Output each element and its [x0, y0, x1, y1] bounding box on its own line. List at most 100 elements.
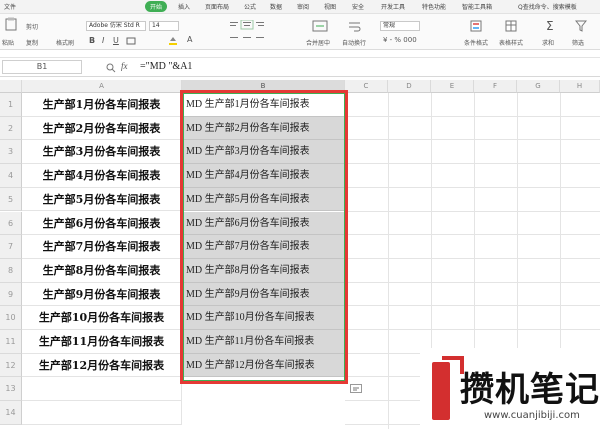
tab-home[interactable]: 开始 — [145, 1, 168, 12]
column-header-h[interactable]: H — [560, 80, 600, 93]
tab-view[interactable]: 视图 — [324, 2, 336, 11]
sum-button[interactable]: 求和 — [542, 38, 554, 47]
select-all-corner[interactable] — [0, 80, 22, 93]
formula-input[interactable]: ="MD "&A1 — [140, 61, 192, 72]
tab-page-layout[interactable]: 页面布局 — [205, 2, 229, 11]
cell-a[interactable]: 生产部12月份各车间报表 — [22, 353, 182, 378]
filter-icon[interactable] — [575, 20, 587, 32]
cell-b[interactable]: MD 生产部5月份各车间报表 — [182, 187, 345, 212]
cell-b[interactable]: MD 生产部7月份各车间报表 — [182, 235, 345, 259]
cell-a[interactable]: 生产部10月份各车间报表 — [22, 306, 182, 330]
currency-icon[interactable]: ¥ - % 000 — [383, 36, 417, 44]
cell-a[interactable]: 生产部9月份各车间报表 — [22, 282, 182, 307]
cell-a[interactable]: 生产部2月份各车间报表 — [22, 116, 182, 141]
row-header[interactable]: 1 — [0, 93, 22, 117]
cell-a[interactable] — [22, 377, 182, 402]
cell-b[interactable]: MD 生产部11月份各车间报表 — [182, 330, 345, 354]
conditional-format-button[interactable]: 条件格式 — [464, 38, 488, 47]
sum-icon[interactable]: Σ — [546, 19, 554, 33]
grid-line — [345, 210, 600, 212]
row-header[interactable]: 10 — [0, 306, 22, 330]
row-header[interactable]: 3 — [0, 140, 22, 165]
merge-center-icon[interactable] — [312, 20, 328, 32]
cell-b[interactable]: MD 生产部6月份各车间报表 — [182, 211, 345, 236]
cell-a[interactable]: 生产部8月份各车间报表 — [22, 258, 182, 283]
zoom-icon[interactable] — [106, 63, 116, 73]
row-number: 5 — [7, 194, 14, 204]
table-style-button[interactable]: 表格样式 — [499, 38, 523, 47]
tab-data[interactable]: 数据 — [270, 2, 282, 11]
row-header[interactable]: 12 — [0, 353, 22, 378]
font-size-select[interactable]: 14 — [149, 21, 179, 31]
fill-color-icon[interactable] — [168, 35, 178, 45]
tab-file[interactable]: 文件 — [4, 2, 16, 11]
table-style-icon[interactable] — [505, 19, 517, 33]
autofill-options-icon[interactable] — [350, 384, 362, 393]
row-header[interactable]: 4 — [0, 164, 22, 188]
grid-line — [345, 163, 600, 165]
cell-a[interactable]: 生产部6月份各车间报表 — [22, 211, 182, 236]
grid-line — [388, 93, 389, 429]
format-painter-button[interactable]: 格式刷 — [56, 38, 74, 47]
name-box[interactable]: B1 — [2, 60, 82, 74]
row-header[interactable]: 8 — [0, 258, 22, 283]
cell-b[interactable]: MD 生产部2月份各车间报表 — [182, 116, 345, 141]
row-header[interactable]: 9 — [0, 282, 22, 307]
cell-a[interactable]: 生产部11月份各车间报表 — [22, 330, 182, 354]
tab-smart-toolbox[interactable]: 智能工具箱 — [462, 2, 492, 11]
search-command[interactable]: Q查找命令、搜索模板 — [518, 2, 577, 11]
cell-b[interactable]: MD 生产部1月份各车间报表 — [182, 93, 345, 117]
column-header-b[interactable]: B — [182, 80, 345, 93]
tab-formulas[interactable]: 公式 — [244, 2, 256, 11]
copy-button[interactable]: 复制 — [26, 38, 38, 47]
italic-icon[interactable]: I — [102, 36, 104, 45]
border-icon[interactable] — [126, 37, 136, 45]
tab-security[interactable]: 安全 — [352, 2, 364, 11]
cell-b[interactable]: MD 生产部3月份各车间报表 — [182, 140, 345, 165]
filter-button[interactable]: 筛选 — [572, 38, 584, 47]
font-color-icon[interactable]: A — [187, 35, 192, 44]
row-header[interactable]: 7 — [0, 235, 22, 259]
cell-b[interactable]: MD 生产部10月份各车间报表 — [182, 306, 345, 330]
cut-button[interactable]: 剪切 — [26, 22, 38, 31]
tab-review[interactable]: 审阅 — [297, 2, 309, 11]
cell-b[interactable]: MD 生产部9月份各车间报表 — [182, 282, 345, 307]
row-number: 13 — [5, 384, 16, 394]
cell-a[interactable] — [22, 401, 182, 425]
tab-insert[interactable]: 插入 — [178, 2, 190, 11]
bold-icon[interactable]: B — [89, 36, 95, 45]
cell-a[interactable]: 生产部7月份各车间报表 — [22, 235, 182, 259]
row-header[interactable]: 6 — [0, 211, 22, 236]
row-header[interactable]: 2 — [0, 116, 22, 141]
cell-a[interactable]: 生产部1月份各车间报表 — [22, 93, 182, 117]
number-format-select[interactable]: 常规 — [380, 21, 420, 31]
cell-b[interactable]: MD 生产部8月份各车间报表 — [182, 258, 345, 283]
column-header-c[interactable]: C — [345, 80, 388, 93]
cell-a[interactable]: 生产部5月份各车间报表 — [22, 187, 182, 212]
conditional-format-icon[interactable] — [470, 19, 482, 33]
tab-developer[interactable]: 开发工具 — [381, 2, 405, 11]
grid-line — [345, 115, 600, 117]
fx-icon[interactable]: fx — [121, 61, 128, 71]
row-header[interactable]: 5 — [0, 187, 22, 212]
font-family-select[interactable]: Adobe 仿宋 Std R — [86, 21, 146, 31]
cell-b[interactable]: MD 生产部12月份各车间报表 — [182, 353, 345, 378]
row-header[interactable]: 14 — [0, 401, 22, 425]
cell-a[interactable]: 生产部4月份各车间报表 — [22, 164, 182, 188]
paste-icon[interactable] — [5, 17, 17, 31]
column-header-d[interactable]: D — [388, 80, 431, 93]
paste-button[interactable]: 粘贴 — [2, 38, 14, 47]
tab-special-features[interactable]: 特色功能 — [422, 2, 446, 11]
column-header-f[interactable]: F — [474, 80, 517, 93]
column-header-g[interactable]: G — [517, 80, 560, 93]
cell-b[interactable]: MD 生产部4月份各车间报表 — [182, 164, 345, 188]
underline-icon[interactable]: U — [113, 36, 119, 45]
row-header[interactable]: 11 — [0, 330, 22, 354]
column-header-e[interactable]: E — [431, 80, 474, 93]
wrap-text-button[interactable]: 自动换行 — [342, 38, 366, 47]
column-header-a[interactable]: A — [22, 80, 182, 93]
cell-a[interactable]: 生产部3月份各车间报表 — [22, 140, 182, 165]
merge-center-button[interactable]: 合并居中 — [306, 38, 330, 47]
row-header[interactable]: 13 — [0, 377, 22, 402]
wrap-text-icon[interactable] — [348, 20, 362, 32]
